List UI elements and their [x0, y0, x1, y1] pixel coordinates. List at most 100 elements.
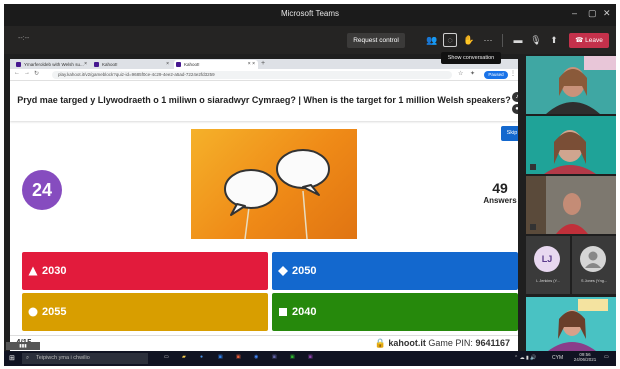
avatar — [580, 246, 606, 272]
file-explorer-icon[interactable]: ▰ — [182, 354, 186, 360]
edge-icon[interactable]: ● — [200, 354, 203, 360]
window-title: Microsoft Teams — [280, 9, 340, 18]
profile-paused-button[interactable]: Paused — [484, 71, 508, 79]
minimize-icon[interactable]: – — [572, 8, 577, 18]
answers-count-label: Answers — [483, 196, 517, 205]
answer-option-triangle[interactable]: 2030 — [22, 252, 268, 290]
more-options-icon[interactable]: ··· — [482, 35, 494, 46]
person-icon — [585, 251, 601, 268]
tab-close-icon[interactable]: × × — [248, 60, 255, 69]
teams-window: Microsoft Teams – ▢ ✕ --:-- Request cont… — [4, 4, 616, 366]
browser-menu-icon[interactable]: ⋮ — [510, 70, 516, 77]
teams-taskbar-icon[interactable]: ▣ — [272, 354, 277, 360]
participant-video-tile[interactable] — [526, 176, 616, 234]
browser-tab[interactable]: Ymarferoldeb with Welsh su... × — [14, 60, 90, 69]
bookmark-star-icon[interactable]: ☆ — [458, 70, 463, 77]
input-language[interactable]: CYM — [552, 355, 563, 361]
participants-icon[interactable]: 👥 — [426, 35, 438, 46]
toolbar-divider — [502, 34, 503, 47]
clock[interactable]: 09:56 24/06/2021 — [570, 352, 600, 362]
circle-icon — [28, 307, 38, 317]
answers-counter: 49 Answers — [480, 180, 518, 205]
outlook-icon[interactable]: ▣ — [218, 354, 223, 360]
participant-name: S Jones (Yng... — [581, 279, 607, 283]
kahoot-site: kahoot.it — [388, 338, 426, 348]
taskbar-search-placeholder: Teipiwch yma i chwilio — [36, 355, 90, 361]
game-pin-info: 🔒 kahoot.it Game PIN: 9641167 — [375, 338, 510, 349]
phone-icon: ☎ — [575, 37, 586, 44]
countdown-timer: 24 — [22, 170, 62, 210]
participant-video-tile[interactable] — [526, 56, 616, 114]
participant-video-tile[interactable] — [526, 297, 616, 351]
chat-icon[interactable]: ◌ — [443, 33, 457, 47]
answer-option-diamond[interactable]: 2050 — [272, 252, 518, 290]
meeting-toolbar: --:-- Request control 👥 ◌ ✋ ··· ▬ 🎙 ⬆ ☎ … — [4, 26, 616, 54]
back-icon[interactable]: ← — [14, 70, 20, 76]
title-bar: Microsoft Teams – ▢ ✕ — [4, 4, 616, 26]
leave-button[interactable]: ☎ Leave — [569, 33, 609, 48]
share-tray-icon[interactable]: ⬆ — [548, 35, 560, 46]
answers-count-value: 49 — [492, 180, 508, 196]
status-chip: ▮▮▮ — [6, 342, 40, 350]
tab-favicon-icon — [94, 62, 99, 67]
request-control-button[interactable]: Request control — [347, 33, 405, 48]
windows-start-icon[interactable]: ⊞ — [9, 354, 15, 362]
participant-video — [548, 299, 608, 351]
search-icon: ⌕ — [26, 355, 30, 361]
browser-tab[interactable]: Kahoot! × — [92, 60, 172, 69]
url-field[interactable]: play.kahoot.it/v2/gameblock?quiz-id=9685… — [52, 71, 452, 79]
tray-icons[interactable]: ⌃ ☁ ▮ 🔊 — [514, 355, 536, 361]
answer-option-square[interactable]: 2040 — [272, 293, 518, 331]
tab-close-icon[interactable]: × — [166, 60, 169, 69]
taskbar-search[interactable]: ⌕ Teipiwch yma i chwilio — [22, 353, 148, 364]
quiz-footer: 4/15 🔒 kahoot.it Game PIN: 9641167 — [10, 335, 518, 351]
answer-label: 2040 — [292, 306, 317, 318]
participant-video-tile[interactable] — [526, 116, 616, 174]
participant-avatar-tile[interactable]: S Jones (Yng... — [572, 236, 616, 294]
answer-label: 2030 — [42, 265, 67, 277]
app-icon[interactable]: ▣ — [308, 354, 313, 360]
show-conversation-tooltip: Show conversation — [441, 52, 501, 64]
tab-favicon-icon — [16, 62, 21, 67]
reload-icon[interactable]: ↻ — [34, 70, 39, 77]
skip-button[interactable]: Skip — [501, 126, 518, 141]
camera-icon[interactable]: ▬ — [512, 35, 524, 46]
triangle-icon — [28, 266, 38, 276]
lock-icon: 🔒 — [374, 338, 389, 348]
participant-avatar-tile[interactable]: LJ L Jenkins (Y... — [526, 236, 570, 294]
notifications-icon[interactable]: ▭ — [604, 354, 609, 360]
clock-date: 24/06/2021 — [573, 357, 597, 362]
tab-label: Kahoot! — [102, 62, 118, 67]
question-header: Pryd mae targed y Llywodraeth o 1 miliwn… — [10, 81, 518, 121]
question-text: Pryd mae targed y Llywodraeth o 1 miliwn… — [17, 95, 511, 105]
participant-video — [530, 130, 596, 174]
app-icon[interactable]: ▣ — [290, 354, 295, 360]
avatar: LJ — [534, 246, 560, 272]
extensions-icon[interactable]: ✦ — [470, 70, 475, 77]
close-icon[interactable]: ✕ — [603, 8, 611, 19]
participant-video — [546, 56, 616, 114]
answer-label: 2055 — [42, 306, 67, 318]
participant-video — [526, 176, 616, 234]
maximize-icon[interactable]: ▢ — [588, 8, 597, 19]
chrome-icon[interactable]: ◉ — [254, 354, 258, 360]
participant-name: L Jenkins (Y... — [536, 279, 560, 283]
address-bar: ← → ↻ play.kahoot.it/v2/gameblock?quiz-i… — [10, 69, 518, 81]
answer-option-circle[interactable]: 2055 — [22, 293, 268, 331]
square-icon — [279, 308, 287, 316]
task-view-icon[interactable]: ▭ — [164, 354, 169, 360]
game-pin: 9641167 — [475, 338, 510, 348]
fullscreen-icon[interactable]: ● — [512, 104, 518, 114]
answer-label: 2050 — [292, 265, 317, 277]
reactions-icon[interactable]: ✋ — [463, 35, 475, 46]
tab-label: Ymarferoldeb with Welsh su... — [24, 62, 84, 67]
new-tab-icon[interactable]: + — [261, 59, 265, 69]
powerpoint-icon[interactable]: ▣ — [236, 354, 241, 360]
forward-icon[interactable]: → — [24, 70, 30, 76]
microphone-off-icon[interactable]: 🎙 — [530, 35, 542, 46]
browser-tab-active[interactable]: Kahoot! × × — [174, 60, 258, 69]
sound-icon[interactable]: ♪ — [512, 92, 518, 102]
tab-close-icon[interactable]: × — [84, 60, 87, 69]
speech-bubbles-image — [224, 149, 330, 239]
leave-label: Leave — [585, 37, 603, 44]
